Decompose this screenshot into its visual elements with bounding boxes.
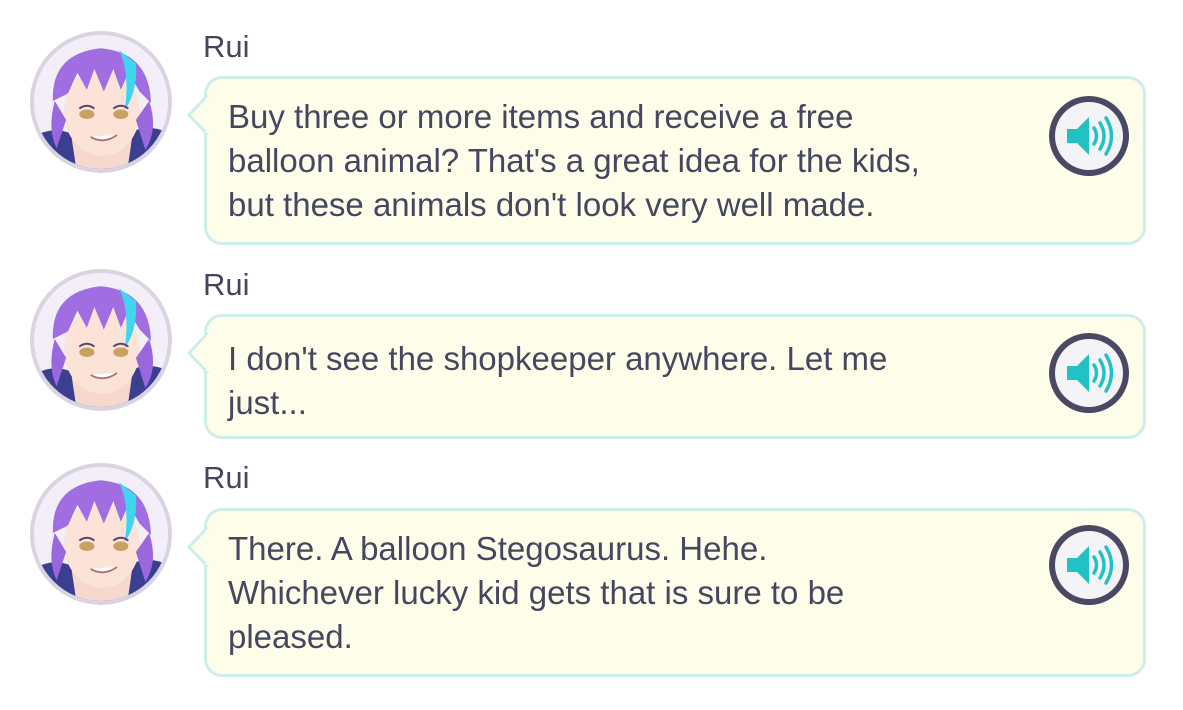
message-bubble: There. A balloon Stegosaurus. Hehe. Whic… (187, 508, 1146, 677)
bubble-tail (187, 527, 209, 567)
avatar-portrait-icon (34, 35, 168, 169)
speaker-icon (1067, 353, 1114, 393)
speaker-icon (1067, 545, 1114, 585)
message-text: I don't see the shopkeeper anywhere. Let… (228, 340, 888, 421)
play-voice-button[interactable] (1049, 333, 1129, 413)
rui-avatar (30, 31, 172, 173)
chat-log: Rui Buy three or more items and receive … (0, 0, 1183, 710)
message-text: Buy three or more items and receive a fr… (228, 98, 920, 223)
avatar-portrait-icon (34, 467, 168, 601)
bubble-tail (187, 333, 209, 373)
rui-avatar (30, 269, 172, 411)
message-text: There. A balloon Stegosaurus. Hehe. Whic… (228, 530, 845, 655)
speaker-name: Rui (203, 29, 250, 64)
bubble-tail (187, 95, 209, 135)
avatar-portrait-icon (34, 273, 168, 407)
speaker-icon (1067, 116, 1114, 156)
rui-avatar (30, 463, 172, 605)
speaker-name: Rui (203, 460, 250, 495)
play-voice-button[interactable] (1049, 525, 1129, 605)
speaker-name: Rui (203, 267, 250, 302)
message-bubble: I don't see the shopkeeper anywhere. Let… (187, 314, 1146, 439)
play-voice-button[interactable] (1049, 96, 1129, 176)
message-bubble: Buy three or more items and receive a fr… (187, 76, 1146, 245)
